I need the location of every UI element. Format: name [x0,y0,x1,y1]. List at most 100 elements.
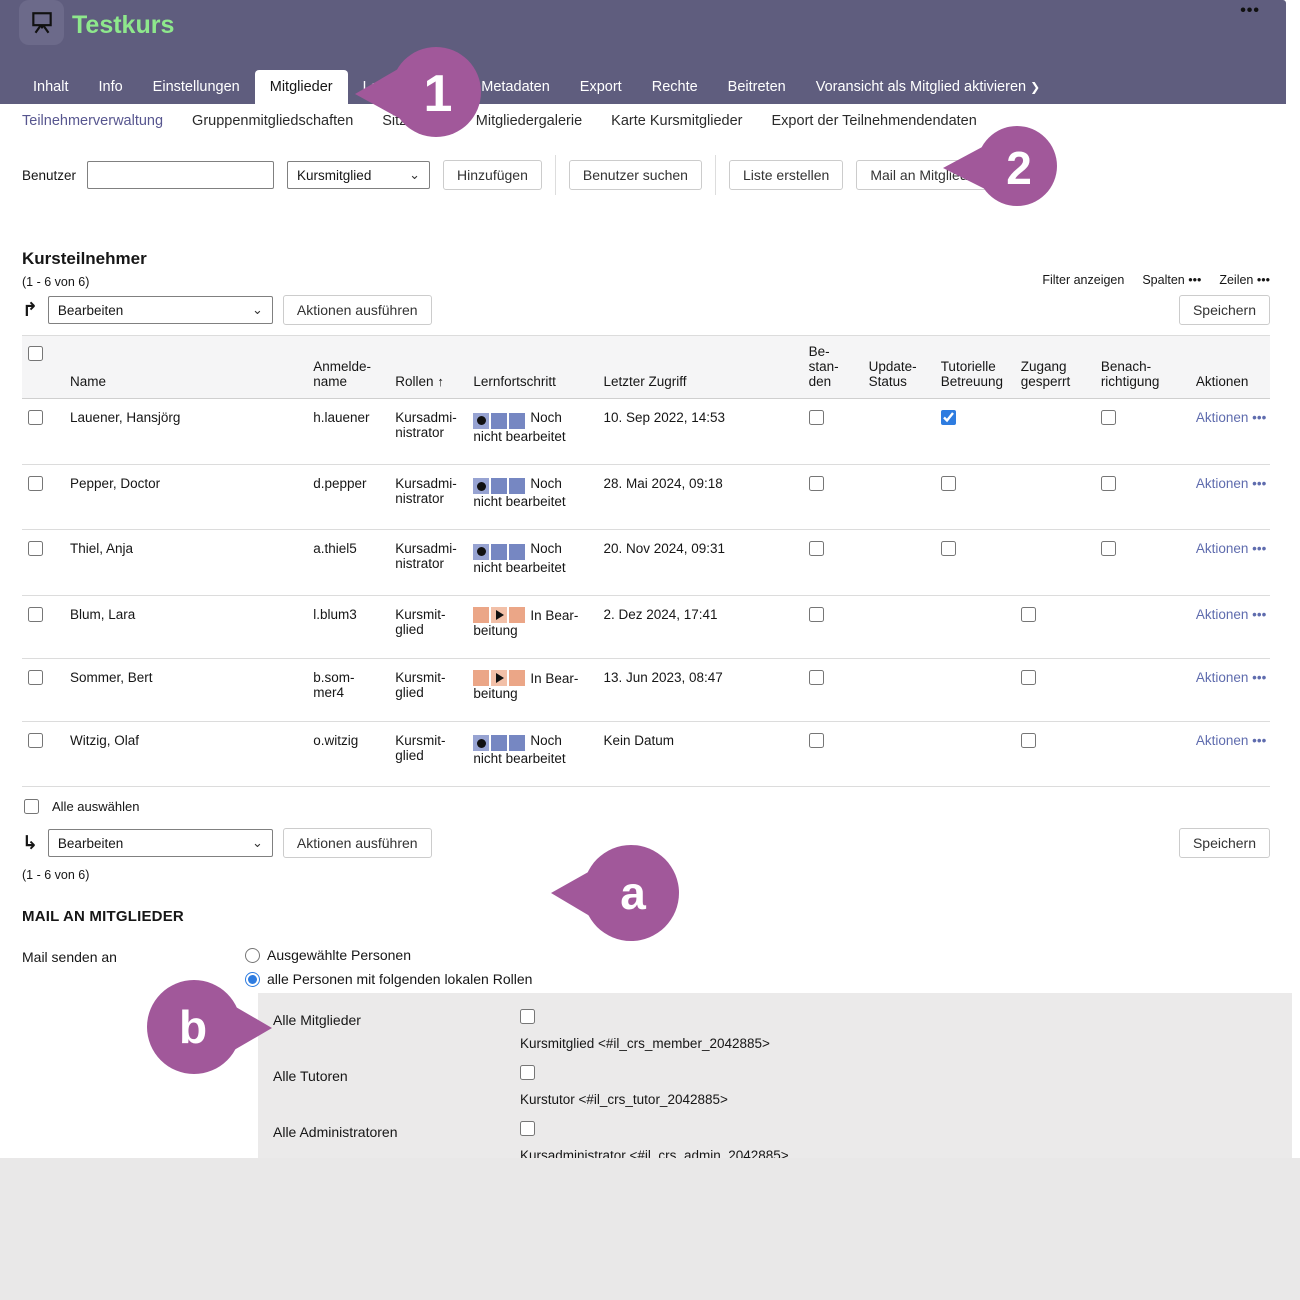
member-last-access: 20. Nov 2024, 09:31 [597,530,802,596]
subtab-teilnehmerverwaltung[interactable]: Teilnehmerverwaltung [22,113,163,129]
role-select[interactable]: Kursmitglied⌄ [287,161,430,189]
tab-einstellungen[interactable]: Einstellungen [138,70,255,104]
radio-label: Ausgewählte Personen [267,947,411,963]
member-last-access: Kein Datum [597,721,802,787]
overflow-menu-icon[interactable]: ••• [1240,2,1260,20]
tab-lernfortschritt[interactable]: Lernfortschritt [348,70,467,104]
result-count-bottom: (1 - 6 von 6) [22,868,1270,882]
col-aktionen: Aktionen [1190,336,1270,399]
apply-bottom-arrow-icon: ↳ [22,834,38,853]
section-heading: MAIL AN MITGLIEDER [22,908,1300,925]
progress-not-attempted-icon [473,735,525,751]
member-last-access: 13. Jun 2023, 08:47 [597,658,802,721]
mail-an-mitglieder-section: MAIL AN MITGLIEDER Mail senden an Ausgew… [22,908,1300,1187]
bulk-action-select-top[interactable]: Bearbeiten⌄ [48,296,273,324]
bestanden-checkbox[interactable] [809,607,824,622]
benachrichtigung-checkbox[interactable] [1101,541,1116,556]
hinzufuegen-button[interactable]: Hinzufügen [443,160,542,190]
progress-in-progress-icon [473,607,525,623]
row-aktionen-link[interactable]: Aktionen ••• [1196,670,1266,685]
subtab-sitzungen[interactable]: Sitzungen [382,113,447,129]
benutzer-suchen-button[interactable]: Benutzer suchen [569,160,702,190]
row-aktionen-link[interactable]: Aktionen ••• [1196,607,1266,622]
zugang-gesperrt-checkbox[interactable] [1021,733,1036,748]
chevron-down-icon: ⌄ [252,302,263,318]
tab-inhalt[interactable]: Inhalt [18,70,83,104]
member-role: Kursadmi- nistrator [389,530,467,596]
subtab-karte-kursmitglieder[interactable]: Karte Kursmitglieder [611,113,742,129]
tab-beitreten[interactable]: Beitreten [713,70,801,104]
member-name: Sommer, Bert [64,658,307,721]
member-name: Thiel, Anja [64,530,307,596]
benachrichtigung-checkbox[interactable] [1101,410,1116,425]
mail-an-mitglieder-button[interactable]: Mail an Mitglieder [856,160,994,190]
tutorielle-betreuung-checkbox[interactable] [941,541,956,556]
tab-metadaten[interactable]: Metadaten [466,70,565,104]
liste-erstellen-button[interactable]: Liste erstellen [729,160,843,190]
table-header-row: Name Anmelde- name Rollen ↑ Lernfortschr… [22,336,1270,399]
member-toolbar: Benutzer Kursmitglied⌄ Hinzufügen Benutz… [22,159,1300,191]
alle-personen-lokale-rollen-radio[interactable] [245,972,260,987]
ausgewaehlte-personen-radio[interactable] [245,948,260,963]
bestanden-checkbox[interactable] [809,476,824,491]
subtab-gruppenmitgliedschaften[interactable]: Gruppenmitgliedschaften [192,113,353,129]
member-role: Kursadmi- nistrator [389,399,467,465]
tab-export[interactable]: Export [565,70,637,104]
row-aktionen-link[interactable]: Aktionen ••• [1196,476,1266,491]
member-last-access: 28. Mai 2024, 09:18 [597,464,802,530]
row-select-checkbox[interactable] [28,541,43,556]
member-login: b.som- mer4 [307,658,389,721]
member-role: Kursmit- glied [389,595,467,658]
aktionen-ausfuehren-button-top[interactable]: Aktionen ausführen [283,295,432,325]
row-aktionen-link[interactable]: Aktionen ••• [1196,733,1266,748]
chevron-down-icon: ⌄ [252,835,263,851]
row-select-checkbox[interactable] [28,607,43,622]
alle-tutoren-checkbox[interactable] [520,1065,535,1080]
tutorielle-betreuung-checkbox[interactable] [941,476,956,491]
bestanden-checkbox[interactable] [809,541,824,556]
tab-mitglieder[interactable]: Mitglieder [255,70,348,104]
row-aktionen-link[interactable]: Aktionen ••• [1196,410,1266,425]
member-login: o.witzig [307,721,389,787]
benutzer-input[interactable] [87,161,274,189]
speichern-button-top[interactable]: Speichern [1179,295,1270,325]
select-all-header-checkbox[interactable] [28,346,43,361]
select-all-checkbox[interactable] [24,799,39,814]
row-select-checkbox[interactable] [28,670,43,685]
bestanden-checkbox[interactable] [809,410,824,425]
row-select-checkbox[interactable] [28,410,43,425]
tutorielle-betreuung-checkbox[interactable] [941,410,956,425]
speichern-button-bottom[interactable]: Speichern [1179,828,1270,858]
alle-mitglieder-checkbox[interactable] [520,1009,535,1024]
member-name: Blum, Lara [64,595,307,658]
bestanden-checkbox[interactable] [809,733,824,748]
subtab-mitgliedergalerie[interactable]: Mitgliedergalerie [476,113,582,129]
bulk-action-select-bottom[interactable]: Bearbeiten⌄ [48,829,273,857]
row-aktionen-link[interactable]: Aktionen ••• [1196,541,1266,556]
zeilen-link[interactable]: Zeilen ••• [1219,273,1270,287]
spalten-link[interactable]: Spalten ••• [1142,273,1201,287]
row-select-checkbox[interactable] [28,476,43,491]
tab-info[interactable]: Info [83,70,137,104]
tab-rechte[interactable]: Rechte [637,70,713,104]
zugang-gesperrt-checkbox[interactable] [1021,670,1036,685]
bestanden-checkbox[interactable] [809,670,824,685]
members-table: Name Anmelde- name Rollen ↑ Lernfortschr… [22,335,1270,787]
aktionen-ausfuehren-button-bottom[interactable]: Aktionen ausführen [283,828,432,858]
member-last-access: 2. Dez 2024, 17:41 [597,595,802,658]
alle-administratoren-checkbox[interactable] [520,1121,535,1136]
presentation-board-icon [29,10,55,36]
col-rollen[interactable]: Rollen ↑ [389,336,467,399]
col-lernfortschritt: Lernfortschritt [467,336,597,399]
tab-voransicht[interactable]: Voransicht als Mitglied aktivieren❯ [801,70,1055,104]
filter-anzeigen-link[interactable]: Filter anzeigen [1042,273,1124,287]
member-progress: In Bear- beitung [467,658,597,721]
benachrichtigung-checkbox[interactable] [1101,476,1116,491]
alle-mitglieder-label: Alle Mitglieder [258,1009,520,1051]
member-role: Kursmit- glied [389,721,467,787]
subtab-export-teilnehmendendaten[interactable]: Export der Teilnehmendendaten [772,113,977,129]
table-row: Sommer, Bert b.som- mer4 Kursmit- glied … [22,658,1270,721]
mail-senden-an-label: Mail senden an [22,947,245,1187]
zugang-gesperrt-checkbox[interactable] [1021,607,1036,622]
row-select-checkbox[interactable] [28,733,43,748]
